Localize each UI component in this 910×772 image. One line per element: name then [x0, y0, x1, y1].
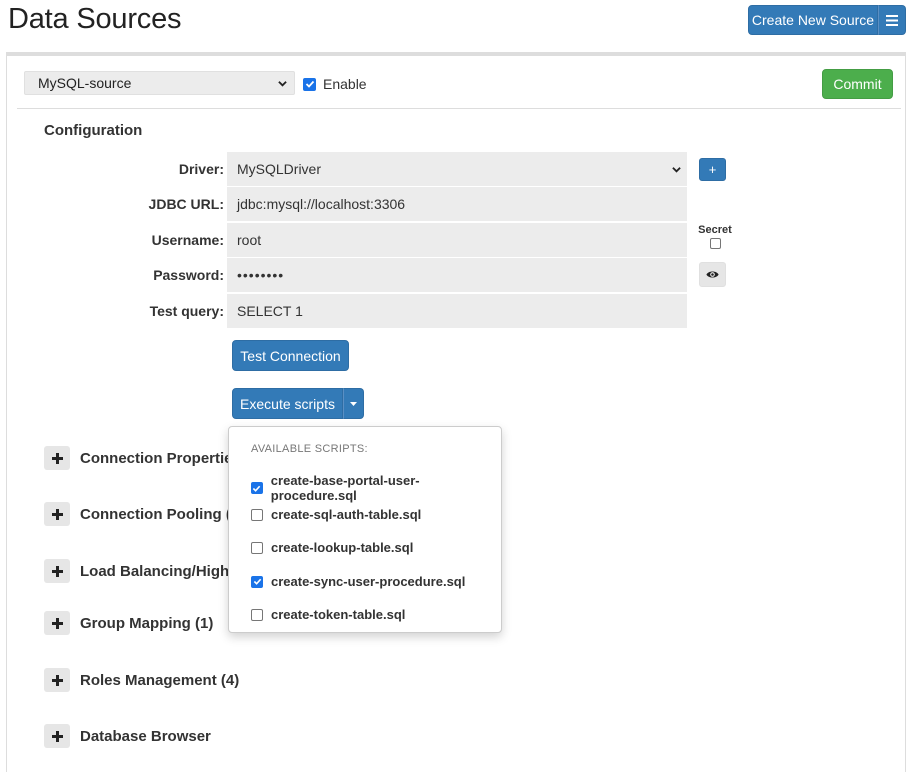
- script-label: create-sql-auth-table.sql: [271, 507, 422, 522]
- scripts-dropdown-menu: AVAILABLE SCRIPTS: create-base-portal-us…: [228, 426, 502, 633]
- plus-icon[interactable]: [44, 559, 70, 583]
- hamburger-icon: [886, 14, 898, 26]
- script-checkbox[interactable]: [251, 508, 263, 521]
- section-label: Roles Management (4): [80, 671, 240, 689]
- username-input[interactable]: root: [227, 223, 687, 257]
- script-checkbox[interactable]: [251, 482, 263, 494]
- driver-select[interactable]: MySQLDriver: [227, 152, 687, 186]
- test-query-input[interactable]: SELECT 1: [227, 294, 687, 328]
- plus-icon[interactable]: [44, 724, 70, 748]
- show-password-button[interactable]: [699, 262, 726, 287]
- source-select-value: MySQL-source: [38, 75, 132, 91]
- script-item[interactable]: create-base-portal-user-procedure.sql: [251, 473, 501, 503]
- eye-icon: [706, 271, 719, 278]
- plus-icon[interactable]: [44, 611, 70, 635]
- script-label: create-base-portal-user-procedure.sql: [270, 473, 420, 503]
- driver-label: Driver:: [178, 161, 224, 177]
- section-group-mapping[interactable]: Group Mapping (1): [44, 611, 213, 635]
- execute-scripts-toggle[interactable]: [343, 388, 364, 419]
- script-item[interactable]: create-sync-user-procedure.sql: [251, 574, 465, 589]
- username-label: Username:: [151, 232, 224, 248]
- test-connection-button[interactable]: Test Connection: [232, 340, 349, 371]
- divider: [17, 108, 901, 109]
- secret-label: Secret: [698, 224, 732, 236]
- source-select[interactable]: MySQL-source: [24, 71, 295, 95]
- script-checkbox[interactable]: [251, 608, 263, 621]
- password-label: Password:: [153, 267, 224, 283]
- enable-toggle: Enable: [303, 76, 367, 92]
- script-item[interactable]: create-token-table.sql: [251, 607, 405, 622]
- section-connection-properties[interactable]: Connection Properties: [44, 446, 241, 470]
- check-icon: [253, 485, 261, 492]
- script-label: create-sync-user-procedure.sql: [271, 574, 466, 589]
- section-load-balancing[interactable]: Load Balancing/High Av: [44, 559, 251, 583]
- section-database-browser[interactable]: Database Browser: [44, 724, 211, 748]
- check-icon: [253, 578, 261, 585]
- section-connection-pooling[interactable]: Connection Pooling (En: [44, 502, 250, 526]
- menu-button[interactable]: [878, 5, 906, 35]
- enable-checkbox[interactable]: [303, 77, 316, 91]
- caret-down-icon: [350, 401, 357, 406]
- plus-icon[interactable]: [44, 446, 70, 470]
- chevron-down-icon: [672, 167, 681, 173]
- check-icon: [305, 80, 314, 88]
- test-query-label: Test query:: [149, 303, 224, 319]
- execute-scripts-button[interactable]: Execute scripts: [232, 388, 343, 419]
- script-checkbox[interactable]: [251, 575, 263, 588]
- password-input[interactable]: ••••••••: [227, 258, 687, 292]
- chevron-down-icon: [278, 81, 287, 87]
- create-source-button-group: Create New Source: [748, 5, 906, 35]
- jdbc-url-label: JDBC URL:: [148, 196, 224, 212]
- driver-select-value: MySQLDriver: [237, 161, 322, 177]
- page-title: Data Sources: [8, 3, 182, 35]
- commit-button[interactable]: Commit: [822, 69, 893, 99]
- section-roles-management[interactable]: Roles Management (4): [44, 668, 239, 692]
- execute-scripts-group: Execute scripts: [232, 388, 364, 419]
- section-label: Group Mapping (1): [80, 614, 214, 632]
- secret-checkbox[interactable]: [709, 238, 721, 249]
- script-checkbox[interactable]: [251, 541, 263, 554]
- plus-icon: +: [708, 162, 717, 177]
- plus-icon[interactable]: [44, 668, 70, 692]
- plus-icon[interactable]: [44, 502, 70, 526]
- jdbc-url-input[interactable]: jdbc:mysql://localhost:3306: [227, 187, 687, 221]
- enable-label: Enable: [323, 76, 367, 92]
- section-label: Database Browser: [80, 727, 211, 745]
- configuration-title: Configuration: [44, 122, 143, 139]
- section-label: Load Balancing/High Av: [80, 562, 252, 580]
- scripts-dropdown-header: AVAILABLE SCRIPTS:: [251, 443, 368, 455]
- script-label: create-lookup-table.sql: [271, 540, 414, 555]
- section-label: Connection Pooling (En: [80, 505, 250, 523]
- script-item[interactable]: create-lookup-table.sql: [251, 540, 413, 555]
- script-label: create-token-table.sql: [271, 607, 406, 622]
- create-new-source-button[interactable]: Create New Source: [748, 5, 878, 35]
- data-source-panel: MySQL-source Enable Commit Configuration…: [6, 52, 906, 772]
- script-item[interactable]: create-sql-auth-table.sql: [251, 507, 421, 522]
- add-driver-button[interactable]: +: [699, 158, 726, 181]
- section-label: Connection Properties: [80, 449, 241, 467]
- secret-toggle: Secret: [696, 224, 734, 252]
